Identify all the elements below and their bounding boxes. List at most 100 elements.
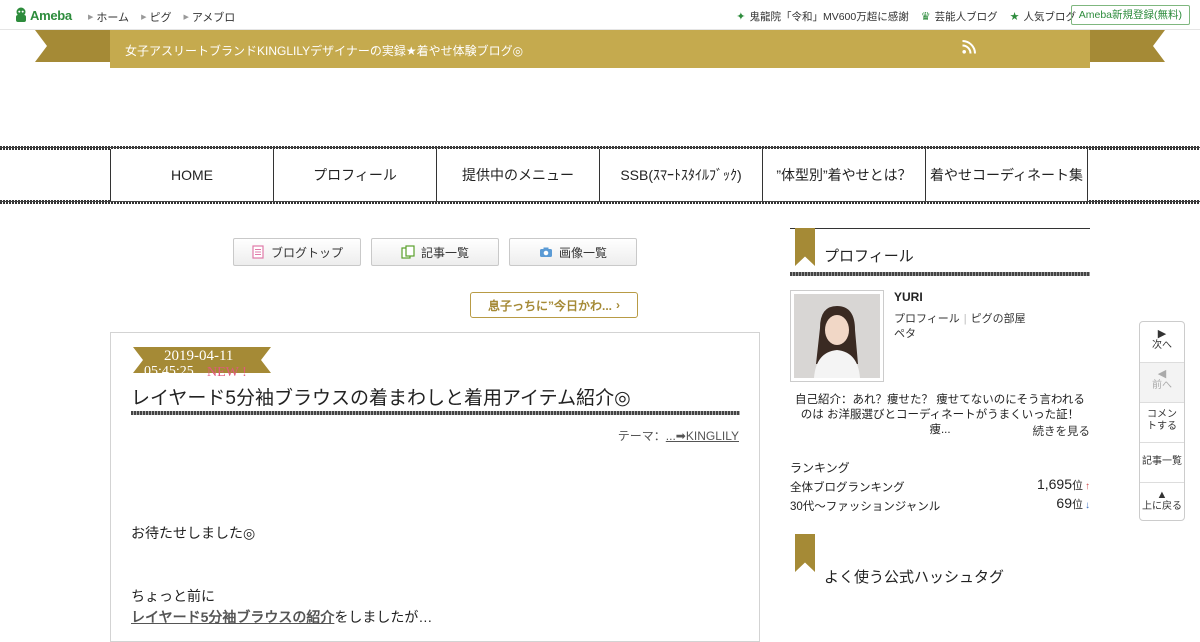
peta-link[interactable]: ペタ — [894, 325, 916, 341]
topnav-home-label: ホーム — [96, 12, 130, 24]
profile-links: プロフィール | ピグの部屋 — [894, 310, 1026, 326]
prev-post-label: 息子っちに”今日かわ... — [487, 298, 612, 313]
ameba-logo-text: Ameba — [30, 7, 72, 23]
topbar-news-label: 鬼龍院「令和」MV600万超に感謝 — [749, 11, 909, 23]
ameba-topbar: Ameba ▶ ホーム ▶ ピグ ▶ アメブロ ✦ 鬼龍院「令和」MV600万超に感謝 … — [0, 0, 1200, 30]
article-paragraph: ちょっと前に — [131, 588, 215, 604]
ranking-value: 1,695位 ↑ — [1037, 476, 1090, 493]
topnav-pigg[interactable]: ▶ ピグ — [141, 9, 171, 25]
nav-profile[interactable]: プロフィール — [273, 149, 436, 201]
divider — [1140, 442, 1184, 443]
triangle-right-icon: ▶ — [1157, 328, 1167, 340]
crown-icon: ♛ — [920, 11, 931, 23]
ameba-logo-icon — [16, 7, 26, 22]
back-to-top-button[interactable]: ▲ 上に戻る — [1140, 489, 1184, 519]
ranking-number: 1,695 — [1036, 476, 1072, 492]
ranking-row[interactable]: 30代〜ファッションジャンル 69位 ↓ — [790, 495, 1090, 514]
nav-body-type[interactable]: ”体型別”着やせとは？ — [762, 149, 925, 201]
separator: | — [963, 313, 967, 325]
sparkle-icon: ✦ — [736, 11, 746, 23]
ranking-value: 69位 ↓ — [1056, 495, 1090, 512]
document-icon — [252, 245, 264, 259]
entry-list-button[interactable]: 記事一覧 — [371, 238, 499, 266]
ameba-logo[interactable]: Ameba — [14, 6, 72, 24]
topbar-popular-link[interactable]: ★ 人気ブログ — [1010, 9, 1076, 24]
nav-ssb[interactable]: SSB(ｽﾏｰﾄｽﾀｲﾙﾌﾞｯｸ) — [599, 149, 762, 201]
nav-coordinate[interactable]: 着やせコーディネート集 — [925, 149, 1088, 201]
ranking-label: 30代〜ファッションジャンル — [790, 501, 941, 513]
hashtag-heading-text: よく使う公式ハッシュタグ — [824, 569, 1005, 586]
prev-post-link[interactable]: 息子っちに”今日かわ... › — [470, 292, 638, 318]
arrow-right-icon: ▶ — [183, 14, 189, 21]
entry-list-label: 記事一覧 — [420, 245, 469, 260]
ribbon-tail-left — [35, 30, 111, 62]
ranking-unit: 位 — [1072, 480, 1083, 492]
divider — [1140, 402, 1184, 403]
trend-down-icon: ↓ — [1085, 500, 1090, 511]
pages-icon — [401, 245, 415, 259]
person-photo-icon — [794, 294, 880, 378]
blog-header: 女子アスリートブランドKINGLILYデザイナーの実録★着やせ体験ブログ◎ — [35, 30, 1165, 68]
triangle-left-icon: ◀ — [1157, 368, 1167, 380]
ranking-number: 69 — [1056, 495, 1072, 511]
theme-link[interactable]: ...➡KINGLILY — [666, 429, 739, 443]
theme-label: テーマ： — [617, 429, 666, 443]
nav-home[interactable]: HOME — [110, 149, 273, 201]
star-icon: ★ — [1009, 11, 1020, 23]
trend-up-icon: ↑ — [1085, 481, 1090, 492]
next-label: 次へ — [1152, 340, 1172, 351]
article-title[interactable]: レイヤード5分袖ブラウスの着まわしと着用アイテム紹介◎ — [131, 383, 631, 410]
prev-label: 前へ — [1152, 380, 1172, 391]
back-to-top-label: 上に戻る — [1142, 501, 1182, 512]
article-text: をしましたが… — [334, 609, 433, 625]
avatar[interactable] — [790, 290, 884, 382]
prev-button[interactable]: ◀ 前へ — [1140, 363, 1184, 402]
comment-label: コメントする — [1147, 409, 1177, 432]
image-list-button[interactable]: 画像一覧 — [509, 238, 637, 266]
topbar-links: ✦ 鬼龍院「令和」MV600万超に感謝 ♛ 芸能人ブログ ★ 人気ブログ — [736, 9, 1076, 24]
topnav-ameblo[interactable]: ▶ アメブロ — [183, 9, 235, 25]
topnav-pigg-label: ピグ — [149, 12, 172, 24]
heading-rule-top — [790, 228, 1090, 229]
heading-rule-bottom — [790, 272, 1090, 276]
article-paragraph: レイヤード5分袖ブラウスの紹介をしましたが… — [131, 607, 432, 627]
new-badge: NEW ! — [207, 365, 247, 380]
arrow-right-icon: ▶ — [88, 14, 94, 21]
triangle-up-icon: ▲ — [1156, 489, 1168, 501]
bookmark-flag-icon — [795, 534, 815, 572]
article-paragraph: お待たせしました◎ — [131, 525, 256, 541]
arrow-right-icon: ▶ — [141, 14, 147, 21]
comment-button[interactable]: コメントする — [1140, 409, 1184, 443]
article: 2019-04-11 05:45:25 NEW ! レイヤード5分袖ブラウスの着… — [110, 332, 760, 642]
topbar-news-link[interactable]: ✦ 鬼龍院「令和」MV600万超に感謝 — [736, 9, 909, 24]
read-more-link[interactable]: 続きを見る — [1033, 423, 1091, 439]
nav-menu[interactable]: 提供中のメニュー — [436, 149, 599, 201]
rss-icon[interactable] — [962, 40, 976, 54]
ribbon-tail-right — [1089, 30, 1165, 62]
topnav-home[interactable]: ▶ ホーム — [88, 9, 129, 25]
pigg-room-link[interactable]: ピグの部屋 — [971, 313, 1026, 325]
topbar-popular-label: 人気ブログ — [1023, 11, 1077, 23]
divider — [1140, 482, 1184, 483]
profile-heading-text: プロフィール — [824, 248, 914, 265]
blog-title[interactable]: 女子アスリートブランドKINGLILYデザイナーの実録★着やせ体験ブログ◎ — [125, 42, 523, 59]
register-button[interactable]: Ameba新規登録(無料) — [1070, 5, 1190, 25]
article-time: 05:45:25 — [144, 364, 194, 379]
chevron-right-icon: › — [616, 298, 620, 312]
topbar-nav: ▶ ホーム ▶ ピグ ▶ アメブロ — [88, 9, 235, 25]
topbar-celeb-link[interactable]: ♛ 芸能人ブログ — [921, 9, 998, 24]
blog-top-button[interactable]: ブログトップ — [233, 238, 361, 266]
ranking-title: ランキング — [790, 461, 850, 475]
profile-link[interactable]: プロフィール — [894, 313, 960, 325]
blog-top-label: ブログトップ — [270, 245, 343, 260]
article-theme: テーマ：...➡KINGLILY — [618, 427, 739, 444]
ribbon-banner: 女子アスリートブランドKINGLILYデザイナーの実録★着やせ体験ブログ◎ — [110, 30, 1090, 68]
entry-list-side-button[interactable]: 記事一覧 — [1140, 456, 1184, 468]
profile-photo — [794, 294, 880, 378]
inline-article-link[interactable]: レイヤード5分袖ブラウスの紹介 — [131, 609, 334, 625]
article-date: 2019-04-11 — [164, 348, 234, 364]
floating-menu: ▶ 次へ ◀ 前へ コメントする 記事一覧 ▲ 上に戻る — [1139, 321, 1185, 521]
next-button[interactable]: ▶ 次へ — [1140, 328, 1184, 362]
ranking-row[interactable]: 全体ブログランキング 1,695位 ↑ — [790, 476, 1090, 495]
profile-name[interactable]: YURI — [894, 290, 923, 304]
